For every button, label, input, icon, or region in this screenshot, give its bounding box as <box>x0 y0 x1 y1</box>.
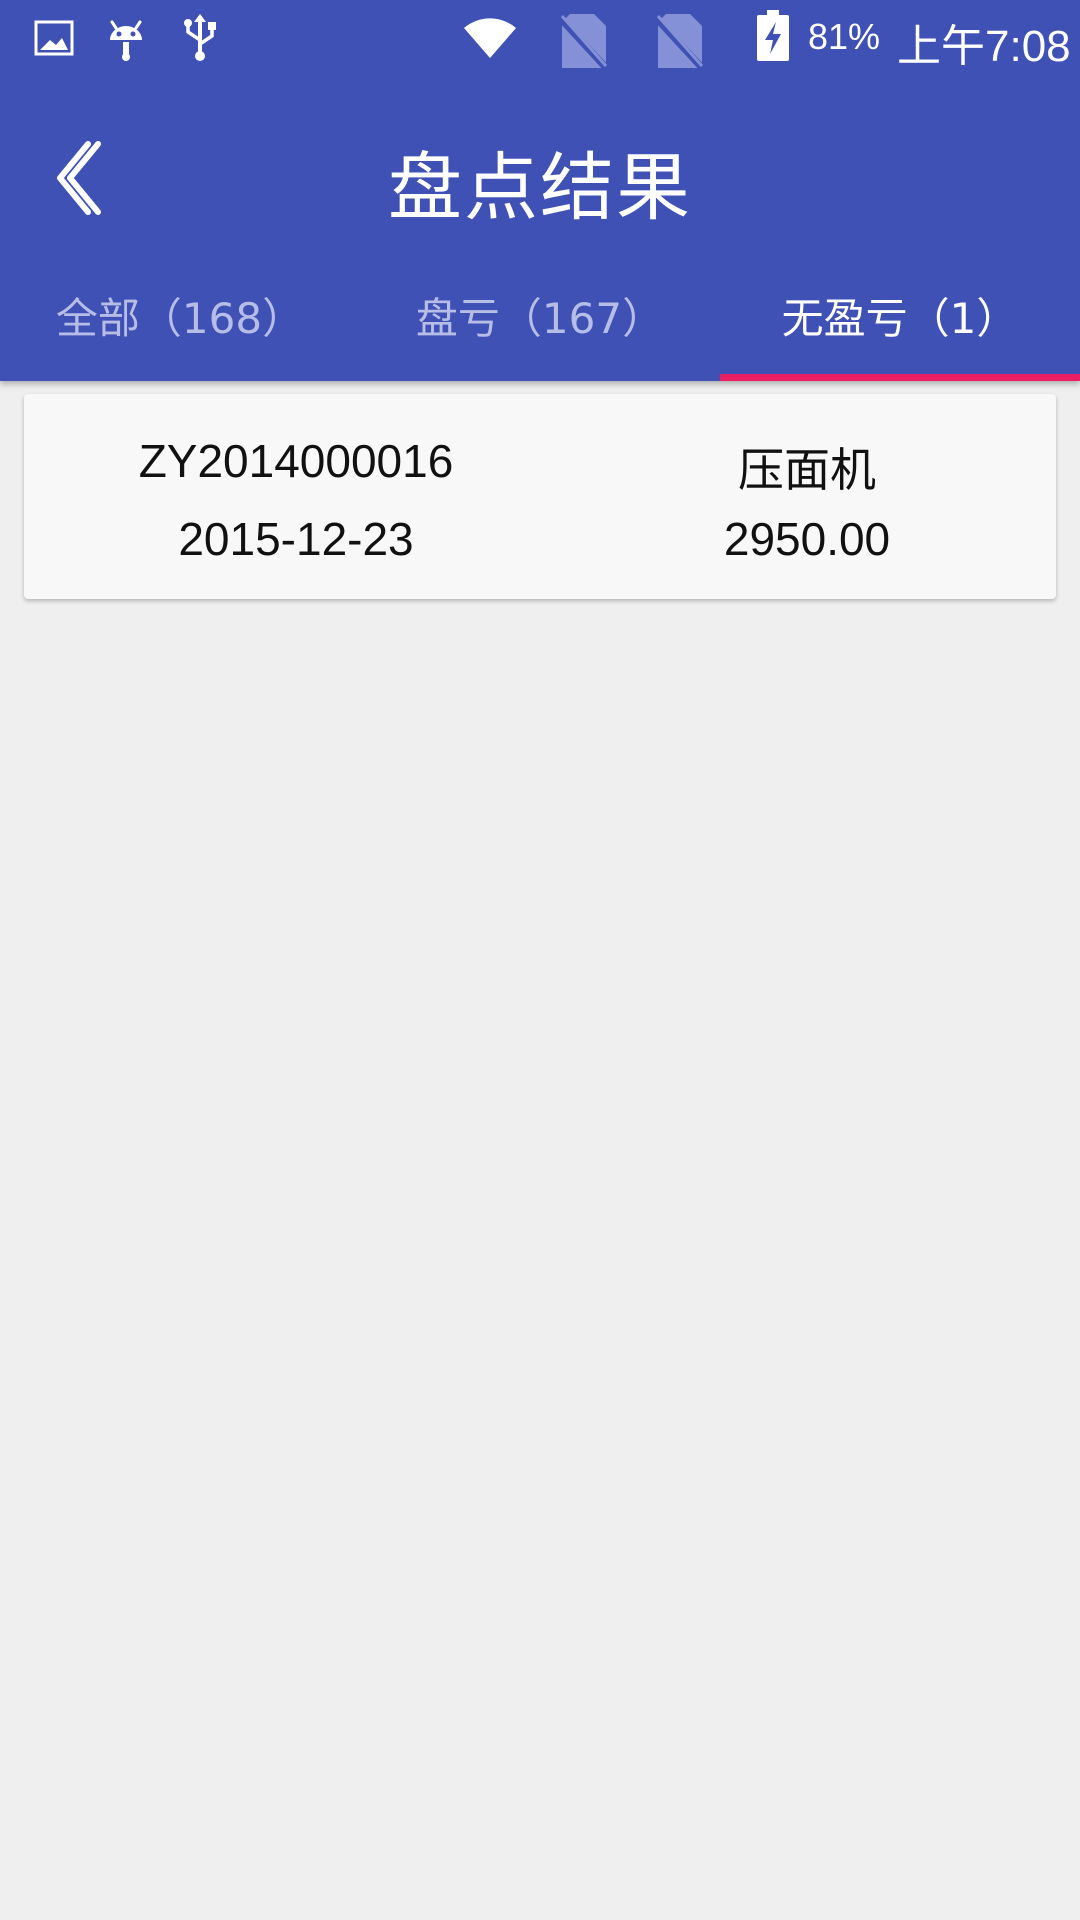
asset-name: 压面机 <box>738 444 876 496</box>
status-bar: 81% 上午7:08 <box>0 0 1080 75</box>
no-sim-icon <box>557 14 611 72</box>
no-sim-icon <box>653 14 707 72</box>
clock: 上午7:08 <box>897 22 1071 71</box>
chevron-left-icon <box>57 141 101 215</box>
app-header: 81% 上午7:08 盘点结果 全部（168） 盘亏（167） 无盈亏（1） <box>0 0 1080 381</box>
tab-bar: 全部（168） 盘亏（167） 无盈亏（1） <box>0 265 1080 381</box>
tab-all[interactable]: 全部（168） <box>0 265 360 381</box>
asset-amount: 2950.00 <box>723 513 891 565</box>
wifi-icon <box>464 18 516 58</box>
asset-date: 2015-12-23 <box>178 513 414 565</box>
list-item[interactable]: ZY2014000016 压面机 2015-12-23 2950.00 <box>24 394 1056 599</box>
battery-charging-icon <box>757 10 789 61</box>
image-icon <box>34 20 74 56</box>
tab-loss[interactable]: 盘亏（167） <box>360 265 720 381</box>
page-title: 盘点结果 <box>388 145 692 231</box>
battery-percent: 81% <box>808 16 881 57</box>
back-button[interactable] <box>40 130 130 230</box>
tab-no-variance[interactable]: 无盈亏（1） <box>720 265 1080 381</box>
android-icon <box>110 20 142 61</box>
usb-icon <box>184 14 216 61</box>
asset-code: ZY2014000016 <box>138 435 454 487</box>
